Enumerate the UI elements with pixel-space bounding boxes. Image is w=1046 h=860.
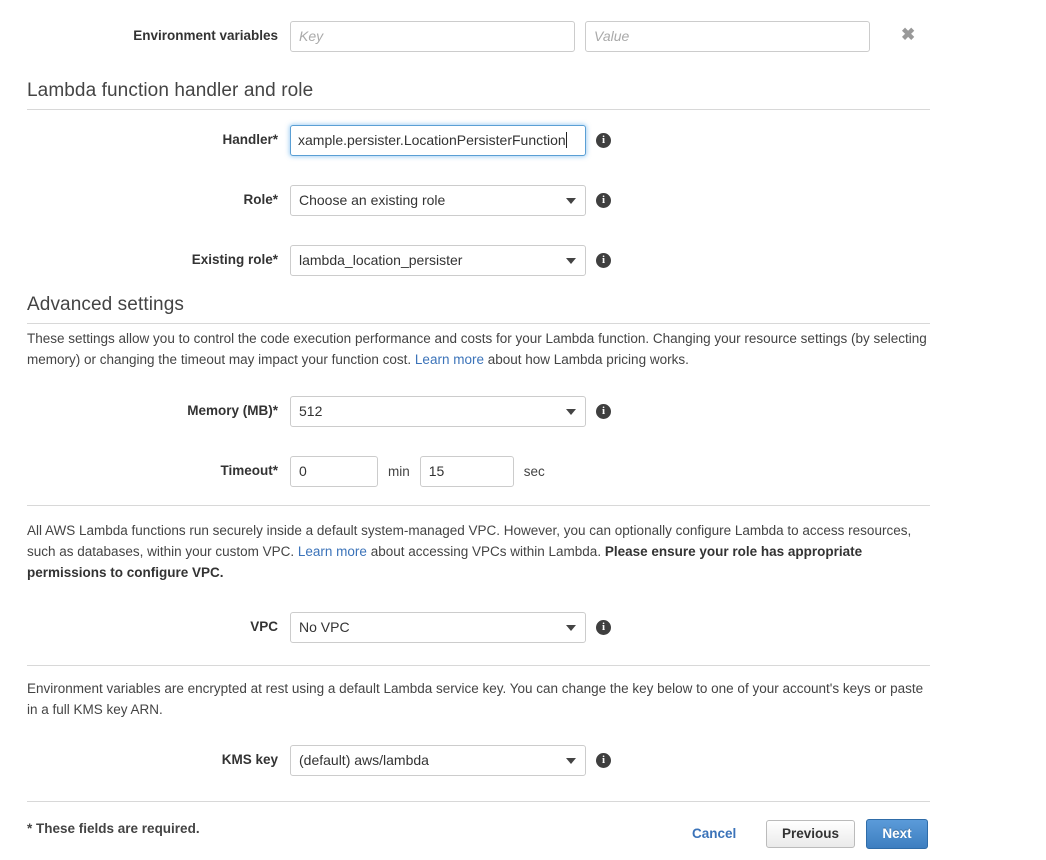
vpc-select-value: No VPC (299, 619, 350, 635)
memory-label: Memory (MB)* (187, 403, 278, 418)
handler-input-value: xample.persister.LocationPersisterFuncti… (298, 132, 566, 148)
memory-row: Memory (MB)* 512 i (0, 395, 611, 427)
advanced-section-divider (27, 323, 930, 324)
advanced-settings-description: These settings allow you to control the … (27, 328, 930, 370)
vpc-info-icon[interactable]: i (596, 619, 611, 635)
memory-info-icon[interactable]: i (596, 403, 611, 419)
existing-role-row: Existing role* lambda_location_persister… (0, 244, 611, 276)
existing-role-select[interactable]: lambda_location_persister (290, 244, 586, 276)
vpc-row: VPC No VPC i (0, 611, 611, 643)
advanced-description-part2: about how Lambda pricing works. (483, 352, 689, 367)
chevron-down-icon (566, 258, 576, 264)
vpc-learn-more-link[interactable]: Learn more (298, 544, 367, 559)
environment-variable-value-input[interactable] (585, 20, 870, 52)
kms-key-label: KMS key (221, 752, 278, 767)
vpc-section-divider (27, 505, 930, 506)
advanced-learn-more-link[interactable]: Learn more (415, 352, 484, 367)
role-select[interactable]: Choose an existing role (290, 184, 586, 216)
chevron-down-icon (566, 625, 576, 631)
timeout-label: Timeout* (220, 463, 278, 478)
kms-section-divider (27, 665, 930, 666)
handler-row: Handler* xample.persister.LocationPersis… (0, 124, 611, 156)
existing-role-info-icon[interactable]: i (596, 252, 611, 268)
handler-section-divider (27, 109, 930, 110)
footer-divider (27, 801, 930, 802)
role-select-value: Choose an existing role (299, 192, 446, 208)
vpc-description-part2: about accessing VPCs within Lambda. (366, 544, 605, 559)
chevron-down-icon (566, 198, 576, 204)
vpc-select[interactable]: No VPC (290, 611, 586, 643)
handler-and-role-heading: Lambda function handler and role (27, 80, 314, 101)
existing-role-select-value: lambda_location_persister (299, 252, 463, 268)
lambda-configure-function-page: Environment variables ✖ Lambda function … (0, 0, 1046, 860)
memory-select[interactable]: 512 (290, 395, 586, 427)
handler-info-icon[interactable]: i (596, 132, 611, 148)
vpc-label: VPC (250, 619, 278, 634)
existing-role-label: Existing role* (191, 252, 278, 267)
environment-variable-key-input[interactable] (290, 20, 575, 52)
handler-input[interactable]: xample.persister.LocationPersisterFuncti… (290, 124, 586, 156)
memory-select-value: 512 (299, 403, 323, 419)
environment-variables-label: Environment variables (133, 28, 278, 43)
kms-key-select[interactable]: (default) aws/lambda (290, 744, 586, 776)
required-fields-note: * These fields are required. (27, 821, 200, 836)
timeout-seconds-unit: sec (523, 463, 545, 479)
kms-key-select-value: (default) aws/lambda (299, 752, 429, 768)
kms-key-info-icon[interactable]: i (596, 752, 611, 768)
kms-description: Environment variables are encrypted at r… (27, 681, 924, 717)
timeout-minutes-unit: min (388, 463, 410, 479)
cancel-button[interactable]: Cancel (692, 826, 736, 841)
vpc-description: All AWS Lambda functions run securely in… (27, 520, 930, 583)
handler-label: Handler* (222, 132, 278, 147)
remove-environment-variable-icon[interactable]: ✖ (901, 26, 915, 43)
environment-variables-row: Environment variables (0, 20, 870, 52)
kms-key-row: KMS key (default) aws/lambda i (0, 744, 611, 776)
advanced-settings-heading: Advanced settings (27, 294, 184, 315)
role-info-icon[interactable]: i (596, 192, 611, 208)
next-button[interactable]: Next (866, 819, 928, 849)
text-caret (565, 132, 567, 148)
role-row: Role* Choose an existing role i (0, 184, 611, 216)
chevron-down-icon (566, 409, 576, 415)
chevron-down-icon (566, 758, 576, 764)
timeout-row: Timeout* min sec (0, 455, 555, 487)
timeout-seconds-input[interactable] (419, 455, 514, 487)
previous-button[interactable]: Previous (766, 820, 855, 848)
timeout-minutes-input[interactable] (290, 455, 378, 487)
role-label: Role* (243, 192, 278, 207)
